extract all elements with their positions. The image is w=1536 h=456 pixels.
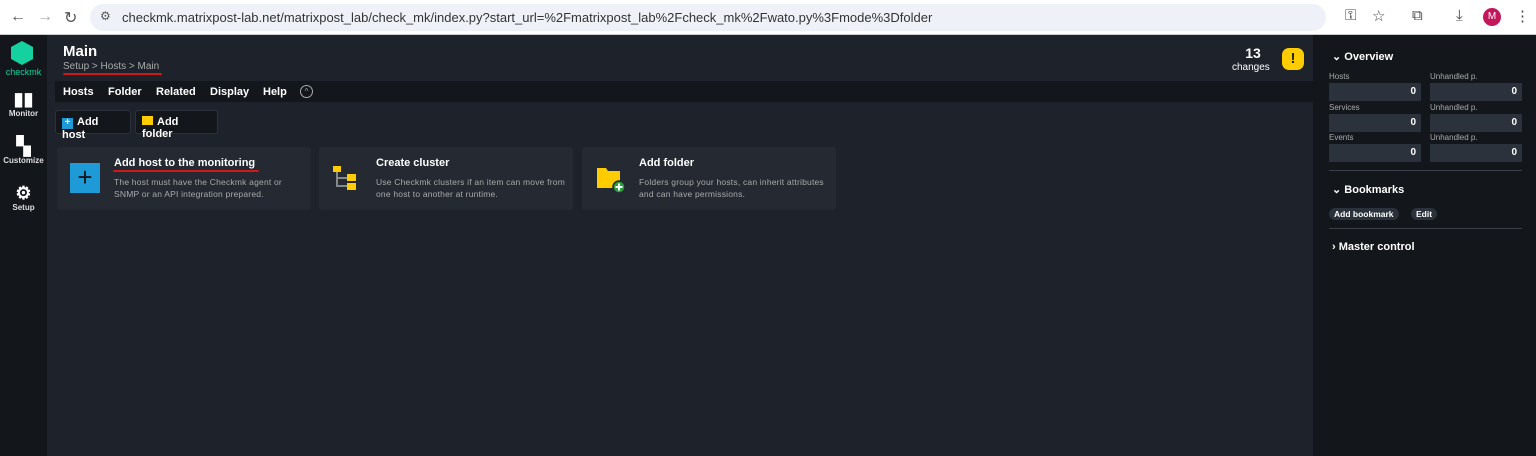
section-title: Overview — [1344, 51, 1394, 63]
bar-chart-icon: ▮▮ — [13, 89, 34, 109]
plus-icon: + — [70, 163, 100, 193]
nav-monitor[interactable]: ▮▮ Monitor — [0, 89, 47, 118]
menu-help[interactable]: Help — [263, 86, 287, 98]
warning-icon[interactable]: ! — [1282, 48, 1304, 70]
master-control-header[interactable]: › Master control — [1332, 241, 1415, 253]
menu-folder[interactable]: Folder — [108, 86, 142, 98]
chevron-right-icon: › — [1332, 241, 1339, 253]
profile-avatar[interactable]: M — [1483, 8, 1501, 26]
card-create-cluster[interactable]: Create cluster Use Checkmk clusters if a… — [319, 147, 573, 210]
card-add-host[interactable]: + Add host to the monitoring The host mu… — [57, 147, 311, 210]
nav-label: Setup — [12, 203, 35, 212]
collapse-icon[interactable]: ^ — [300, 85, 313, 98]
nav-label: Monitor — [8, 109, 39, 118]
url-text: checkmk.matrixpost-lab.net/matrixpost_la… — [122, 10, 933, 25]
key-icon[interactable]: ⚿ — [1345, 7, 1356, 24]
unhandled-label: Unhandled p. — [1430, 133, 1478, 142]
bookmarks-header[interactable]: ⌄ Bookmarks — [1332, 183, 1404, 196]
download-icon[interactable]: ⤓ — [1456, 7, 1463, 24]
reload-icon[interactable]: ↻ — [64, 8, 77, 28]
menu-related[interactable]: Related — [156, 86, 196, 98]
changes-count[interactable]: 13 — [1236, 45, 1270, 61]
chevron-down-icon: ⌄ — [1332, 184, 1345, 196]
card-description: The host must have the Checkmk agent or … — [114, 177, 282, 199]
cluster-icon — [333, 166, 356, 190]
events-unhandled-count[interactable]: 0 — [1430, 144, 1522, 162]
nav-customize[interactable]: ▚ Customize — [0, 136, 47, 165]
gear-icon: ⚙ — [15, 183, 32, 203]
card-description: Use Checkmk clusters if an item can move… — [376, 177, 565, 199]
menu-hosts[interactable]: Hosts — [63, 86, 94, 98]
overview-header[interactable]: ⌄ Overview — [1332, 50, 1393, 63]
breadcrumb[interactable]: Setup > Hosts > Main — [63, 61, 159, 72]
logo-text: checkmk — [5, 67, 42, 77]
page-header — [47, 35, 1313, 81]
address-bar[interactable]: ⚙ checkmk.matrixpost-lab.net/matrixpost_l… — [90, 4, 1326, 31]
section-title: Bookmarks — [1344, 184, 1405, 196]
chevron-down-icon: ⌄ — [1332, 51, 1345, 63]
card-add-folder[interactable]: Add folder Folders group your hosts, can… — [582, 147, 836, 210]
add-folder-button[interactable]: Add folder — [135, 110, 218, 140]
forward-icon[interactable]: → — [37, 8, 53, 26]
annotation-underline — [113, 170, 259, 172]
nav-setup[interactable]: ⚙ Setup — [0, 183, 47, 212]
services-count[interactable]: 0 — [1329, 114, 1421, 132]
events-count[interactable]: 0 — [1329, 144, 1421, 162]
extensions-icon[interactable]: ⧉ — [1412, 7, 1423, 24]
menu-icon[interactable]: ⋮ — [1515, 7, 1530, 25]
events-label: Events — [1329, 133, 1354, 142]
folder-icon — [142, 116, 153, 125]
add-host-button[interactable]: + Add host — [55, 110, 131, 141]
page-title: Main — [63, 43, 98, 60]
hosts-unhandled-count[interactable]: 0 — [1430, 83, 1522, 101]
divider — [1329, 170, 1522, 171]
folder-add-icon — [597, 168, 626, 194]
hosts-count[interactable]: 0 — [1329, 83, 1421, 101]
back-icon[interactable]: ← — [10, 8, 26, 26]
plus-icon: + — [62, 118, 73, 129]
add-bookmark-button[interactable]: Add bookmark — [1329, 208, 1399, 220]
star-icon[interactable]: ☆ — [1372, 7, 1385, 25]
card-title: Add folder — [639, 157, 694, 169]
browser-toolbar: ← → ↻ ⚙ checkmk.matrixpost-lab.net/matrix… — [0, 0, 1536, 35]
menu-display[interactable]: Display — [210, 86, 249, 98]
card-title: Add host to the monitoring — [114, 157, 256, 169]
nav-label: Customize — [3, 156, 44, 165]
divider — [1329, 228, 1522, 229]
grid-icon: ▚ — [16, 136, 31, 156]
hosts-label: Hosts — [1329, 72, 1350, 81]
services-label: Services — [1329, 103, 1360, 112]
card-title: Create cluster — [376, 157, 450, 169]
site-info-icon[interactable]: ⚙ — [100, 9, 111, 23]
annotation-underline — [63, 73, 162, 75]
unhandled-label: Unhandled p. — [1430, 72, 1478, 81]
changes-label[interactable]: changes — [1232, 62, 1270, 73]
edit-bookmarks-button[interactable]: Edit — [1411, 208, 1438, 220]
services-unhandled-count[interactable]: 0 — [1430, 114, 1522, 132]
section-title: Master control — [1338, 241, 1415, 253]
unhandled-label: Unhandled p. — [1430, 103, 1478, 112]
card-description: Folders group your hosts, can inherit at… — [639, 177, 824, 199]
